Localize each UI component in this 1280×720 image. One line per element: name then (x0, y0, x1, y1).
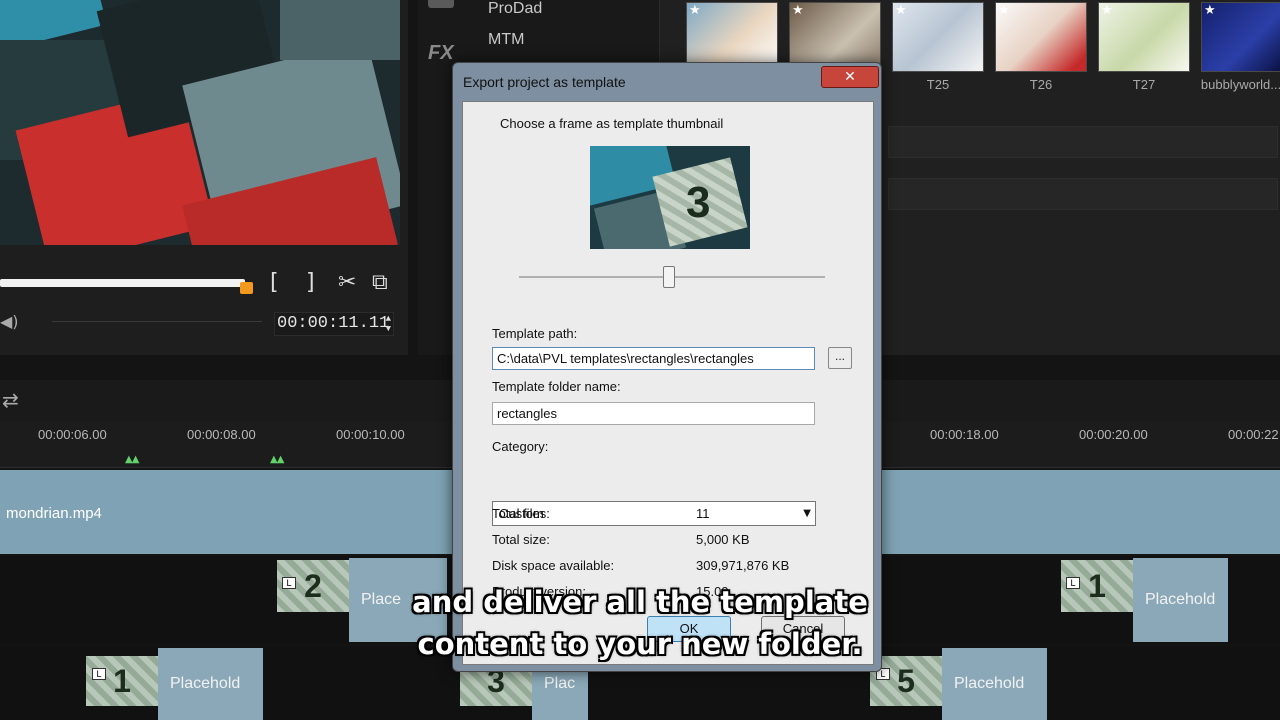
thumbnail-number: 3 (686, 178, 711, 227)
total-size-value: 5,000 KB (696, 532, 750, 547)
folder-name-input[interactable]: rectangles (492, 402, 815, 425)
star-icon: ★ (1101, 3, 1113, 18)
category-prodad[interactable]: ProDad (488, 0, 542, 18)
star-icon: ★ (1204, 3, 1216, 18)
chapter-marker-icon[interactable]: ▲▲ (270, 454, 284, 465)
placeholder-number[interactable]: 1 (86, 656, 158, 706)
category-label: Category: (492, 439, 549, 454)
category-mtm[interactable]: MTM (488, 31, 524, 49)
ruler-label: 00:00:06.00 (38, 427, 107, 442)
dialog-title: Export project as template (463, 74, 626, 90)
volume-track[interactable] (52, 321, 262, 322)
total-files-value: 11 (696, 506, 710, 521)
dialog-body: Choose a frame as template thumbnail 3 T… (462, 101, 874, 665)
video-clip-label: mondrian.mp4 (6, 505, 102, 522)
link-badge-icon: L (92, 668, 106, 680)
volume-icon[interactable]: ◀) (0, 312, 19, 331)
preview-video (0, 0, 400, 245)
thumbnail-label: Choose a frame as template thumbnail (500, 116, 724, 131)
chevron-down-icon: ▼ (803, 508, 811, 519)
browse-button[interactable]: ... (828, 347, 852, 369)
ruler-label: 00:00:22 (1228, 427, 1279, 442)
folder-name-label: Template folder name: (492, 379, 621, 394)
timecode-display[interactable]: 00:00:11.11 ▲ ▼ (274, 312, 394, 336)
library-faded-row (888, 126, 1278, 158)
fx-icon[interactable]: FX (428, 42, 454, 65)
timecode-value: 00:00:11.11 (277, 314, 390, 333)
copy-icon[interactable]: ⧉ (372, 270, 388, 295)
template-thumb-t26[interactable]: ★ (995, 2, 1087, 72)
export-template-dialog: Export project as template ✕ Choose a fr… (452, 62, 882, 672)
ruler-label: 00:00:20.00 (1079, 427, 1148, 442)
chapter-marker-icon[interactable]: ▲▲ (125, 454, 139, 465)
preview-panel: [ ] ✂ ⧉ ◀) 00:00:11.11 ▲ ▼ (0, 0, 408, 355)
mixer-icon[interactable]: ⇄ (2, 388, 19, 412)
folder-icon (428, 0, 454, 8)
placeholder-label: Placehold (954, 675, 1025, 692)
mark-out-button[interactable]: ] (306, 270, 315, 295)
template-path-input[interactable]: C:\data\PVL templates\rectangles\rectang… (492, 347, 815, 370)
timecode-spinner-icon[interactable]: ▲ ▼ (386, 314, 391, 334)
scrub-bar[interactable] (0, 279, 245, 287)
frame-slider-handle[interactable] (663, 266, 675, 288)
ruler-label: 00:00:18.00 (930, 427, 999, 442)
placeholder-label: Plac (544, 675, 576, 692)
thumb-label-t25: T25 (926, 77, 950, 92)
ruler-label: 00:00:10.00 (336, 427, 405, 442)
close-icon[interactable]: ✕ (821, 66, 879, 88)
template-thumb-t25[interactable]: ★ (892, 2, 984, 72)
template-path-label: Template path: (492, 326, 578, 341)
template-thumb-t27[interactable]: ★ (1098, 2, 1190, 72)
thumb-label-bubblyworld: bubblyworld... (1200, 77, 1280, 92)
template-thumb-bubblyworld[interactable]: ★ (1201, 2, 1280, 72)
star-icon: ★ (895, 3, 907, 18)
star-icon: ★ (792, 3, 804, 18)
thumb-label-t26: T26 (1029, 77, 1053, 92)
placeholder-label: Placehold (170, 675, 241, 692)
thumb-label-t27: T27 (1132, 77, 1156, 92)
frame-thumbnail: 3 (590, 146, 750, 249)
scrub-handle[interactable] (240, 282, 253, 294)
mark-in-button[interactable]: [ (270, 270, 279, 295)
scissors-icon[interactable]: ✂ (338, 270, 356, 295)
subtitle-line-1: and deliver all the template (412, 585, 868, 619)
total-size-label: Total size: (492, 532, 550, 547)
star-icon: ★ (998, 3, 1010, 18)
star-icon: ★ (689, 3, 701, 18)
subtitle-line-2: content to your new folder. (417, 627, 863, 661)
ruler-label: 00:00:08.00 (187, 427, 256, 442)
disk-space-value: 309,971,876 KB (696, 558, 790, 573)
total-files-label: Total files: (492, 506, 550, 521)
library-faded-row (888, 178, 1278, 210)
disk-space-label: Disk space available: (492, 558, 615, 573)
